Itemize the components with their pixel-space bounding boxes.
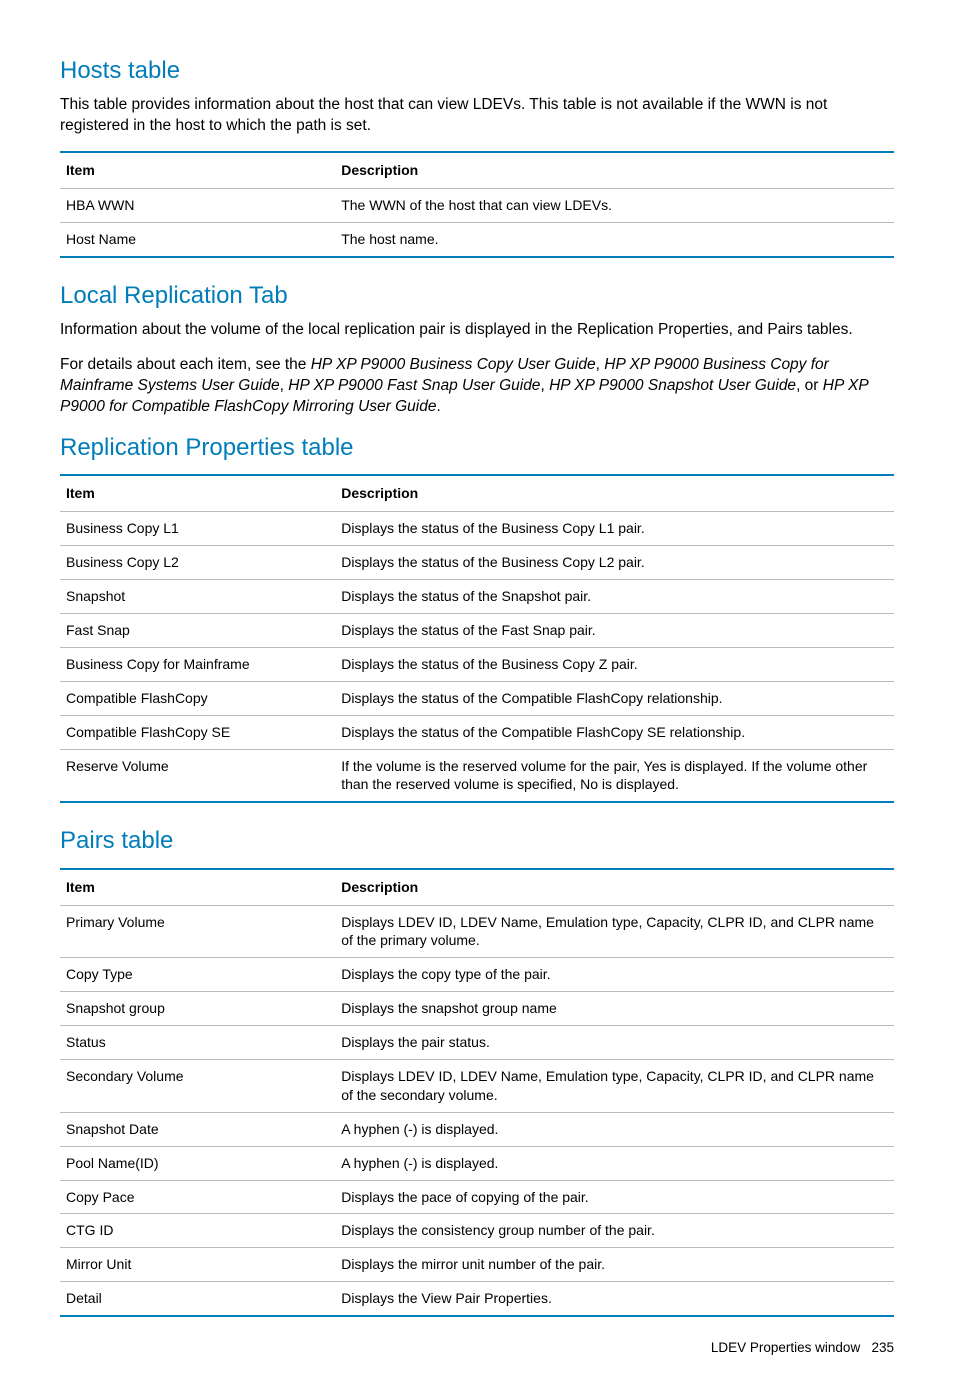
- section-heading: Local Replication Tab: [60, 280, 894, 312]
- table-cell: A hyphen (-) is displayed.: [335, 1112, 894, 1146]
- table-cell: Displays the copy type of the pair.: [335, 958, 894, 992]
- table-row: Fast SnapDisplays the status of the Fast…: [60, 613, 894, 647]
- paragraph: Information about the volume of the loca…: [60, 320, 894, 341]
- table-cell: Displays the status of the Business Copy…: [335, 546, 894, 580]
- paragraph: This table provides information about th…: [60, 95, 894, 137]
- table-cell: The WWN of the host that can view LDEVs.: [335, 189, 894, 223]
- section-heading: Pairs table: [60, 825, 894, 857]
- section: Local Replication Tab Information about t…: [60, 280, 894, 418]
- table-row: StatusDisplays the pair status.: [60, 1026, 894, 1060]
- table-cell: Business Copy L2: [60, 546, 335, 580]
- table-cell: Snapshot: [60, 580, 335, 614]
- table-cell: Compatible FlashCopy: [60, 681, 335, 715]
- section: Hosts table This table provides informati…: [60, 55, 894, 258]
- table-row: Snapshot groupDisplays the snapshot grou…: [60, 992, 894, 1026]
- table-cell: Snapshot group: [60, 992, 335, 1026]
- table-cell: Secondary Volume: [60, 1060, 335, 1113]
- table-cell: Displays the pace of copying of the pair…: [335, 1180, 894, 1214]
- table-cell: Displays the status of the Fast Snap pai…: [335, 613, 894, 647]
- table-row: Copy TypeDisplays the copy type of the p…: [60, 958, 894, 992]
- data-table: ItemDescriptionHBA WWNThe WWN of the hos…: [60, 151, 894, 258]
- table-row: Host NameThe host name.: [60, 223, 894, 257]
- table-cell: Business Copy for Mainframe: [60, 647, 335, 681]
- table-cell: Displays the status of the Compatible Fl…: [335, 681, 894, 715]
- page-footer: LDEV Properties window 235: [60, 1339, 894, 1357]
- table-cell: Detail: [60, 1282, 335, 1316]
- table-cell: Displays LDEV ID, LDEV Name, Emulation t…: [335, 905, 894, 958]
- table-header: Description: [335, 152, 894, 188]
- table-cell: Displays the status of the Business Copy…: [335, 647, 894, 681]
- data-table: ItemDescriptionPrimary VolumeDisplays LD…: [60, 868, 894, 1317]
- table-cell: Displays the View Pair Properties.: [335, 1282, 894, 1316]
- table-row: Snapshot DateA hyphen (-) is displayed.: [60, 1112, 894, 1146]
- table-cell: Displays the mirror unit number of the p…: [335, 1248, 894, 1282]
- page-content: Hosts table This table provides informati…: [60, 55, 894, 1317]
- table-cell: Compatible FlashCopy SE: [60, 715, 335, 749]
- table-row: Secondary VolumeDisplays LDEV ID, LDEV N…: [60, 1060, 894, 1113]
- table-cell: Displays the status of the Snapshot pair…: [335, 580, 894, 614]
- paragraph: For details about each item, see the HP …: [60, 355, 894, 418]
- table-row: Business Copy for MainframeDisplays the …: [60, 647, 894, 681]
- table-header: Item: [60, 475, 335, 511]
- table-cell: The host name.: [335, 223, 894, 257]
- table-cell: Pool Name(ID): [60, 1146, 335, 1180]
- table-row: Primary VolumeDisplays LDEV ID, LDEV Nam…: [60, 905, 894, 958]
- section-heading: Replication Properties table: [60, 432, 894, 464]
- table-cell: Status: [60, 1026, 335, 1060]
- table-cell: Displays the snapshot group name: [335, 992, 894, 1026]
- table-row: Business Copy L2Displays the status of t…: [60, 546, 894, 580]
- section: Pairs table ItemDescriptionPrimary Volume…: [60, 825, 894, 1317]
- table-cell: Business Copy L1: [60, 512, 335, 546]
- table-cell: HBA WWN: [60, 189, 335, 223]
- table-header: Item: [60, 869, 335, 905]
- table-row: SnapshotDisplays the status of the Snaps…: [60, 580, 894, 614]
- table-row: Reserve VolumeIf the volume is the reser…: [60, 749, 894, 802]
- table-header: Description: [335, 475, 894, 511]
- table-cell: Host Name: [60, 223, 335, 257]
- table-cell: A hyphen (-) is displayed.: [335, 1146, 894, 1180]
- table-cell: Displays LDEV ID, LDEV Name, Emulation t…: [335, 1060, 894, 1113]
- table-cell: Displays the status of the Business Copy…: [335, 512, 894, 546]
- table-row: Compatible FlashCopyDisplays the status …: [60, 681, 894, 715]
- page-number: 235: [871, 1340, 894, 1355]
- table-cell: Snapshot Date: [60, 1112, 335, 1146]
- table-header: Description: [335, 869, 894, 905]
- section: Replication Properties table ItemDescript…: [60, 432, 894, 803]
- table-row: Business Copy L1Displays the status of t…: [60, 512, 894, 546]
- table-row: DetailDisplays the View Pair Properties.: [60, 1282, 894, 1316]
- table-row: HBA WWNThe WWN of the host that can view…: [60, 189, 894, 223]
- table-row: Compatible FlashCopy SEDisplays the stat…: [60, 715, 894, 749]
- table-cell: Displays the consistency group number of…: [335, 1214, 894, 1248]
- section-heading: Hosts table: [60, 55, 894, 87]
- table-header: Item: [60, 152, 335, 188]
- table-cell: Reserve Volume: [60, 749, 335, 802]
- table-cell: Copy Type: [60, 958, 335, 992]
- table-cell: Primary Volume: [60, 905, 335, 958]
- table-cell: Fast Snap: [60, 613, 335, 647]
- table-row: Pool Name(ID)A hyphen (-) is displayed.: [60, 1146, 894, 1180]
- table-cell: Mirror Unit: [60, 1248, 335, 1282]
- table-cell: Displays the status of the Compatible Fl…: [335, 715, 894, 749]
- table-cell: If the volume is the reserved volume for…: [335, 749, 894, 802]
- table-cell: CTG ID: [60, 1214, 335, 1248]
- data-table: ItemDescriptionBusiness Copy L1Displays …: [60, 474, 894, 803]
- table-cell: Copy Pace: [60, 1180, 335, 1214]
- table-row: Copy PaceDisplays the pace of copying of…: [60, 1180, 894, 1214]
- table-row: Mirror UnitDisplays the mirror unit numb…: [60, 1248, 894, 1282]
- table-row: CTG IDDisplays the consistency group num…: [60, 1214, 894, 1248]
- table-cell: Displays the pair status.: [335, 1026, 894, 1060]
- footer-text: LDEV Properties window: [711, 1340, 860, 1355]
